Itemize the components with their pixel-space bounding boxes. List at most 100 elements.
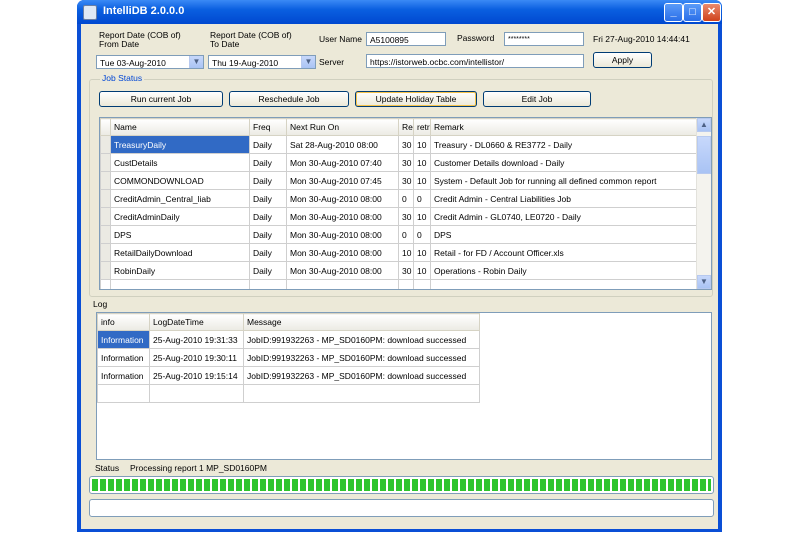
log-grid[interactable]: info LogDateTime Message Information 25-A… bbox=[96, 312, 712, 460]
row-header[interactable] bbox=[100, 135, 111, 154]
cell-freq[interactable]: Daily bbox=[249, 171, 287, 190]
column-header-info[interactable]: info bbox=[97, 313, 150, 331]
row-header[interactable] bbox=[100, 225, 111, 244]
table-row[interactable]: DPS Daily Mon 30-Aug-2010 08:00 0 0 DPS bbox=[100, 225, 698, 244]
cell-retr[interactable]: 10 bbox=[413, 207, 431, 226]
cell-next-run[interactable]: Mon 30-Aug-2010 08:00 bbox=[286, 207, 399, 226]
edit-job-button[interactable]: Edit Job bbox=[483, 91, 591, 107]
cell-remark[interactable]: Customer Details download - Daily bbox=[430, 153, 698, 172]
cell-next-run[interactable]: Mon 30-Aug-2010 08:00 bbox=[286, 243, 399, 262]
jobs-grid[interactable]: Name Freq Next Run On Re retr Remark Tre… bbox=[99, 117, 712, 290]
log-new-row[interactable] bbox=[97, 384, 480, 403]
from-date-picker[interactable]: Tue 03-Aug-2010 ▼ bbox=[96, 55, 204, 69]
cell-next-run[interactable]: Mon 30-Aug-2010 07:40 bbox=[286, 153, 399, 172]
cell-re[interactable]: 10 bbox=[398, 243, 414, 262]
scroll-thumb[interactable] bbox=[697, 136, 711, 174]
cell-next-run[interactable]: Mon 30-Aug-2010 08:00 bbox=[286, 261, 399, 280]
log-cell-logdatetime[interactable]: 25-Aug-2010 19:31:33 bbox=[149, 330, 244, 349]
column-header-logdatetime[interactable]: LogDateTime bbox=[149, 313, 244, 331]
column-header-message[interactable]: Message bbox=[243, 313, 480, 331]
cell-retr[interactable]: 10 bbox=[413, 171, 431, 190]
cell-freq[interactable]: Daily bbox=[249, 207, 287, 226]
cell-next-run[interactable]: Sat 28-Aug-2010 08:00 bbox=[286, 135, 399, 154]
cell-re[interactable]: 0 bbox=[398, 225, 414, 244]
cell-freq[interactable]: Daily bbox=[249, 261, 287, 280]
update-holiday-table-button[interactable]: Update Holiday Table bbox=[355, 91, 477, 107]
column-header-freq[interactable]: Freq bbox=[249, 118, 287, 136]
row-header[interactable] bbox=[100, 243, 111, 262]
cell-next-run[interactable]: Mon 30-Aug-2010 07:45 bbox=[286, 171, 399, 190]
cell-retr[interactable]: 10 bbox=[413, 261, 431, 280]
log-cell-message[interactable]: JobID:991932263 - MP_SD0160PM: download … bbox=[243, 366, 480, 385]
log-cell-info[interactable]: Information bbox=[97, 366, 150, 385]
title-bar[interactable]: IntelliDB 2.0.0.0 _ □ ✕ bbox=[77, 0, 722, 24]
column-header-name[interactable]: Name bbox=[110, 118, 250, 136]
log-cell-empty[interactable] bbox=[243, 384, 480, 403]
cell-next-run[interactable]: Mon 30-Aug-2010 08:00 bbox=[286, 225, 399, 244]
cell-next-run[interactable]: Mon 30-Aug-2010 08:00 bbox=[286, 189, 399, 208]
cell-remark[interactable]: DPS bbox=[430, 225, 698, 244]
column-header-retr[interactable]: retr bbox=[413, 118, 431, 136]
user-name-input[interactable]: A5100895 bbox=[366, 32, 446, 46]
log-row[interactable]: Information 25-Aug-2010 19:15:14 JobID:991… bbox=[97, 366, 480, 385]
password-input[interactable]: ******** bbox=[504, 32, 584, 46]
scroll-down-icon[interactable]: ▼ bbox=[697, 275, 711, 289]
log-cell-empty[interactable] bbox=[97, 384, 150, 403]
log-cell-info[interactable]: Information bbox=[97, 348, 150, 367]
row-header[interactable] bbox=[100, 153, 111, 172]
column-header-next-run[interactable]: Next Run On bbox=[286, 118, 399, 136]
maximize-button[interactable]: □ bbox=[683, 3, 702, 22]
cell-retr[interactable]: 10 bbox=[413, 153, 431, 172]
cell-freq[interactable]: Daily bbox=[249, 243, 287, 262]
cell-name[interactable]: COMMONDOWNLOAD bbox=[110, 171, 250, 190]
cell-name[interactable]: CustDetails bbox=[110, 153, 250, 172]
table-row[interactable]: TreasuryDaily Daily Sat 28-Aug-2010 08:00 3… bbox=[100, 135, 698, 154]
cell-freq[interactable]: Daily bbox=[249, 189, 287, 208]
cell-name[interactable]: TreasuryDaily bbox=[110, 135, 250, 154]
log-row[interactable]: Information 25-Aug-2010 19:31:33 JobID:991… bbox=[97, 330, 480, 349]
cell-re[interactable]: 30 bbox=[398, 261, 414, 280]
cell-name[interactable]: RobinDaily bbox=[110, 261, 250, 280]
cell-retr[interactable]: 0 bbox=[413, 225, 431, 244]
log-cell-empty[interactable] bbox=[149, 384, 244, 403]
table-row[interactable]: CreditAdmin_Central_liab Daily Mon 30-Aug-… bbox=[100, 189, 698, 208]
column-header-re[interactable]: Re bbox=[398, 118, 414, 136]
reschedule-job-button[interactable]: Reschedule Job bbox=[229, 91, 349, 107]
row-header[interactable] bbox=[100, 207, 111, 226]
cell-remark[interactable]: Operations - Robin Daily bbox=[430, 261, 698, 280]
row-header[interactable] bbox=[100, 189, 111, 208]
to-date-picker[interactable]: Thu 19-Aug-2010 ▼ bbox=[208, 55, 316, 69]
log-cell-logdatetime[interactable]: 25-Aug-2010 19:30:11 bbox=[149, 348, 244, 367]
cell-name[interactable]: CreditAdminDaily bbox=[110, 207, 250, 226]
cell-name[interactable]: RetailDailyDownload bbox=[110, 243, 250, 262]
row-header[interactable] bbox=[100, 171, 111, 190]
cell-remark[interactable]: Credit Admin - GL0740, LE0720 - Daily bbox=[430, 207, 698, 226]
cell-retr[interactable]: 10 bbox=[413, 243, 431, 262]
row-header[interactable] bbox=[100, 261, 111, 280]
cell-freq[interactable]: Daily bbox=[249, 135, 287, 154]
cell-name[interactable]: CreditAdmin_Central_liab bbox=[110, 189, 250, 208]
cell-re[interactable]: 30 bbox=[398, 207, 414, 226]
cell-freq[interactable]: Daily bbox=[249, 225, 287, 244]
log-row[interactable]: Information 25-Aug-2010 19:30:11 JobID:991… bbox=[97, 348, 480, 367]
column-header-remark[interactable]: Remark bbox=[430, 118, 698, 136]
run-current-job-button[interactable]: Run current Job bbox=[99, 91, 223, 107]
cell-retr[interactable]: 0 bbox=[413, 189, 431, 208]
minimize-button[interactable]: _ bbox=[664, 3, 683, 22]
table-row[interactable]: CustDetails Daily Mon 30-Aug-2010 07:40 30 1… bbox=[100, 153, 698, 172]
chevron-down-icon[interactable]: ▼ bbox=[301, 56, 315, 68]
close-button[interactable]: ✕ bbox=[702, 3, 721, 22]
chevron-down-icon[interactable]: ▼ bbox=[189, 56, 203, 68]
table-row[interactable]: RobinDaily Daily Mon 30-Aug-2010 08:00 30 10… bbox=[100, 261, 698, 280]
log-cell-message[interactable]: JobID:991932263 - MP_SD0160PM: download … bbox=[243, 330, 480, 349]
cell-remark[interactable]: Treasury - DL0660 & RE3772 - Daily bbox=[430, 135, 698, 154]
table-row[interactable]: CreditAdminDaily Daily Mon 30-Aug-2010 08:… bbox=[100, 207, 698, 226]
server-input[interactable]: https://istorweb.ocbc.com/intellistor/ bbox=[366, 54, 584, 68]
cell-freq[interactable]: Daily bbox=[249, 153, 287, 172]
cell-name[interactable]: DPS bbox=[110, 225, 250, 244]
table-row[interactable]: COMMONDOWNLOAD Daily Mon 30-Aug-2010 07:45… bbox=[100, 171, 698, 190]
jobs-scrollbar[interactable]: ▲ ▼ bbox=[696, 118, 711, 289]
table-row[interactable]: RetailDailyDownload Daily Mon 30-Aug-2010 … bbox=[100, 243, 698, 262]
scroll-up-icon[interactable]: ▲ bbox=[697, 118, 711, 132]
cell-remark[interactable]: Retail - for FD / Account Officer.xls bbox=[430, 243, 698, 262]
